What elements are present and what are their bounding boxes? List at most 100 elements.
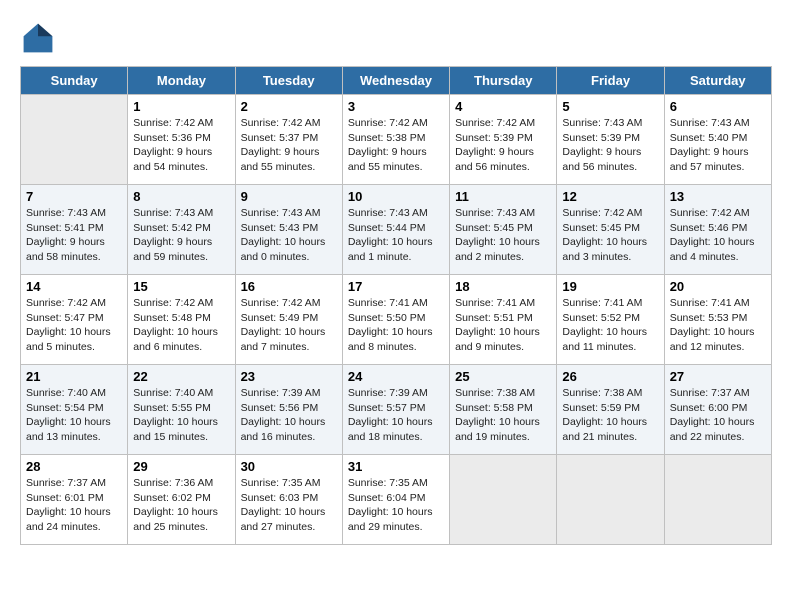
day-info: Sunrise: 7:41 AMSunset: 5:51 PMDaylight:… — [455, 296, 551, 355]
header-row: SundayMondayTuesdayWednesdayThursdayFrid… — [21, 67, 772, 95]
day-cell: 22 Sunrise: 7:40 AMSunset: 5:55 PMDaylig… — [128, 365, 235, 455]
day-cell: 19 Sunrise: 7:41 AMSunset: 5:52 PMDaylig… — [557, 275, 664, 365]
day-number: 8 — [133, 189, 229, 204]
day-cell: 1 Sunrise: 7:42 AMSunset: 5:36 PMDayligh… — [128, 95, 235, 185]
day-number: 6 — [670, 99, 766, 114]
week-row-5: 28 Sunrise: 7:37 AMSunset: 6:01 PMDaylig… — [21, 455, 772, 545]
day-info: Sunrise: 7:40 AMSunset: 5:54 PMDaylight:… — [26, 386, 122, 445]
day-info: Sunrise: 7:42 AMSunset: 5:49 PMDaylight:… — [241, 296, 337, 355]
day-info: Sunrise: 7:37 AMSunset: 6:00 PMDaylight:… — [670, 386, 766, 445]
day-header-sunday: Sunday — [21, 67, 128, 95]
day-cell: 12 Sunrise: 7:42 AMSunset: 5:45 PMDaylig… — [557, 185, 664, 275]
day-cell: 9 Sunrise: 7:43 AMSunset: 5:43 PMDayligh… — [235, 185, 342, 275]
day-header-thursday: Thursday — [450, 67, 557, 95]
day-header-saturday: Saturday — [664, 67, 771, 95]
day-info: Sunrise: 7:43 AMSunset: 5:44 PMDaylight:… — [348, 206, 444, 265]
day-cell: 15 Sunrise: 7:42 AMSunset: 5:48 PMDaylig… — [128, 275, 235, 365]
day-info: Sunrise: 7:36 AMSunset: 6:02 PMDaylight:… — [133, 476, 229, 535]
day-info: Sunrise: 7:42 AMSunset: 5:47 PMDaylight:… — [26, 296, 122, 355]
day-number: 27 — [670, 369, 766, 384]
logo — [20, 20, 60, 56]
day-header-tuesday: Tuesday — [235, 67, 342, 95]
day-cell: 25 Sunrise: 7:38 AMSunset: 5:58 PMDaylig… — [450, 365, 557, 455]
day-info: Sunrise: 7:43 AMSunset: 5:45 PMDaylight:… — [455, 206, 551, 265]
week-row-4: 21 Sunrise: 7:40 AMSunset: 5:54 PMDaylig… — [21, 365, 772, 455]
day-cell: 6 Sunrise: 7:43 AMSunset: 5:40 PMDayligh… — [664, 95, 771, 185]
day-info: Sunrise: 7:42 AMSunset: 5:46 PMDaylight:… — [670, 206, 766, 265]
day-cell — [450, 455, 557, 545]
day-cell: 11 Sunrise: 7:43 AMSunset: 5:45 PMDaylig… — [450, 185, 557, 275]
day-cell: 17 Sunrise: 7:41 AMSunset: 5:50 PMDaylig… — [342, 275, 449, 365]
week-row-3: 14 Sunrise: 7:42 AMSunset: 5:47 PMDaylig… — [21, 275, 772, 365]
day-number: 13 — [670, 189, 766, 204]
day-cell: 8 Sunrise: 7:43 AMSunset: 5:42 PMDayligh… — [128, 185, 235, 275]
day-cell: 13 Sunrise: 7:42 AMSunset: 5:46 PMDaylig… — [664, 185, 771, 275]
week-row-1: 1 Sunrise: 7:42 AMSunset: 5:36 PMDayligh… — [21, 95, 772, 185]
day-info: Sunrise: 7:40 AMSunset: 5:55 PMDaylight:… — [133, 386, 229, 445]
day-cell: 18 Sunrise: 7:41 AMSunset: 5:51 PMDaylig… — [450, 275, 557, 365]
day-number: 23 — [241, 369, 337, 384]
day-cell: 3 Sunrise: 7:42 AMSunset: 5:38 PMDayligh… — [342, 95, 449, 185]
day-number: 17 — [348, 279, 444, 294]
day-number: 29 — [133, 459, 229, 474]
day-cell: 31 Sunrise: 7:35 AMSunset: 6:04 PMDaylig… — [342, 455, 449, 545]
day-header-wednesday: Wednesday — [342, 67, 449, 95]
day-number: 24 — [348, 369, 444, 384]
week-row-2: 7 Sunrise: 7:43 AMSunset: 5:41 PMDayligh… — [21, 185, 772, 275]
day-cell: 30 Sunrise: 7:35 AMSunset: 6:03 PMDaylig… — [235, 455, 342, 545]
day-info: Sunrise: 7:43 AMSunset: 5:40 PMDaylight:… — [670, 116, 766, 175]
day-header-monday: Monday — [128, 67, 235, 95]
day-info: Sunrise: 7:35 AMSunset: 6:03 PMDaylight:… — [241, 476, 337, 535]
day-number: 3 — [348, 99, 444, 114]
day-info: Sunrise: 7:43 AMSunset: 5:43 PMDaylight:… — [241, 206, 337, 265]
day-cell: 26 Sunrise: 7:38 AMSunset: 5:59 PMDaylig… — [557, 365, 664, 455]
day-number: 7 — [26, 189, 122, 204]
day-info: Sunrise: 7:42 AMSunset: 5:36 PMDaylight:… — [133, 116, 229, 175]
day-info: Sunrise: 7:39 AMSunset: 5:56 PMDaylight:… — [241, 386, 337, 445]
day-info: Sunrise: 7:42 AMSunset: 5:37 PMDaylight:… — [241, 116, 337, 175]
day-number: 21 — [26, 369, 122, 384]
day-number: 22 — [133, 369, 229, 384]
day-cell: 2 Sunrise: 7:42 AMSunset: 5:37 PMDayligh… — [235, 95, 342, 185]
day-info: Sunrise: 7:43 AMSunset: 5:42 PMDaylight:… — [133, 206, 229, 265]
logo-icon — [20, 20, 56, 56]
day-number: 20 — [670, 279, 766, 294]
day-number: 4 — [455, 99, 551, 114]
day-number: 16 — [241, 279, 337, 294]
day-cell: 14 Sunrise: 7:42 AMSunset: 5:47 PMDaylig… — [21, 275, 128, 365]
day-number: 19 — [562, 279, 658, 294]
day-number: 30 — [241, 459, 337, 474]
day-number: 15 — [133, 279, 229, 294]
day-info: Sunrise: 7:41 AMSunset: 5:52 PMDaylight:… — [562, 296, 658, 355]
day-cell: 29 Sunrise: 7:36 AMSunset: 6:02 PMDaylig… — [128, 455, 235, 545]
day-number: 12 — [562, 189, 658, 204]
day-cell: 20 Sunrise: 7:41 AMSunset: 5:53 PMDaylig… — [664, 275, 771, 365]
day-info: Sunrise: 7:42 AMSunset: 5:48 PMDaylight:… — [133, 296, 229, 355]
day-number: 1 — [133, 99, 229, 114]
day-cell: 23 Sunrise: 7:39 AMSunset: 5:56 PMDaylig… — [235, 365, 342, 455]
day-number: 14 — [26, 279, 122, 294]
day-cell: 10 Sunrise: 7:43 AMSunset: 5:44 PMDaylig… — [342, 185, 449, 275]
calendar-table: SundayMondayTuesdayWednesdayThursdayFrid… — [20, 66, 772, 545]
day-info: Sunrise: 7:42 AMSunset: 5:39 PMDaylight:… — [455, 116, 551, 175]
day-number: 11 — [455, 189, 551, 204]
day-info: Sunrise: 7:43 AMSunset: 5:41 PMDaylight:… — [26, 206, 122, 265]
day-cell — [557, 455, 664, 545]
day-info: Sunrise: 7:37 AMSunset: 6:01 PMDaylight:… — [26, 476, 122, 535]
day-cell: 27 Sunrise: 7:37 AMSunset: 6:00 PMDaylig… — [664, 365, 771, 455]
day-info: Sunrise: 7:42 AMSunset: 5:45 PMDaylight:… — [562, 206, 658, 265]
day-number: 10 — [348, 189, 444, 204]
page-header — [20, 20, 772, 56]
day-cell: 21 Sunrise: 7:40 AMSunset: 5:54 PMDaylig… — [21, 365, 128, 455]
day-header-friday: Friday — [557, 67, 664, 95]
day-number: 25 — [455, 369, 551, 384]
day-cell: 28 Sunrise: 7:37 AMSunset: 6:01 PMDaylig… — [21, 455, 128, 545]
day-info: Sunrise: 7:39 AMSunset: 5:57 PMDaylight:… — [348, 386, 444, 445]
day-cell — [21, 95, 128, 185]
day-info: Sunrise: 7:35 AMSunset: 6:04 PMDaylight:… — [348, 476, 444, 535]
day-number: 9 — [241, 189, 337, 204]
day-info: Sunrise: 7:43 AMSunset: 5:39 PMDaylight:… — [562, 116, 658, 175]
day-cell — [664, 455, 771, 545]
day-number: 5 — [562, 99, 658, 114]
day-info: Sunrise: 7:41 AMSunset: 5:53 PMDaylight:… — [670, 296, 766, 355]
